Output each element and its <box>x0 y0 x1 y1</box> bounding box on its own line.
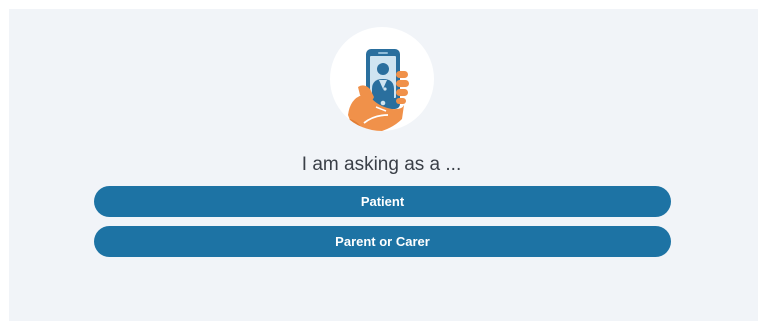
hand-holding-phone-icon <box>330 27 434 131</box>
role-question-heading: I am asking as a ... <box>301 154 462 175</box>
patient-button[interactable]: Patient <box>94 186 671 217</box>
parent-or-carer-button[interactable]: Parent or Carer <box>94 226 671 257</box>
